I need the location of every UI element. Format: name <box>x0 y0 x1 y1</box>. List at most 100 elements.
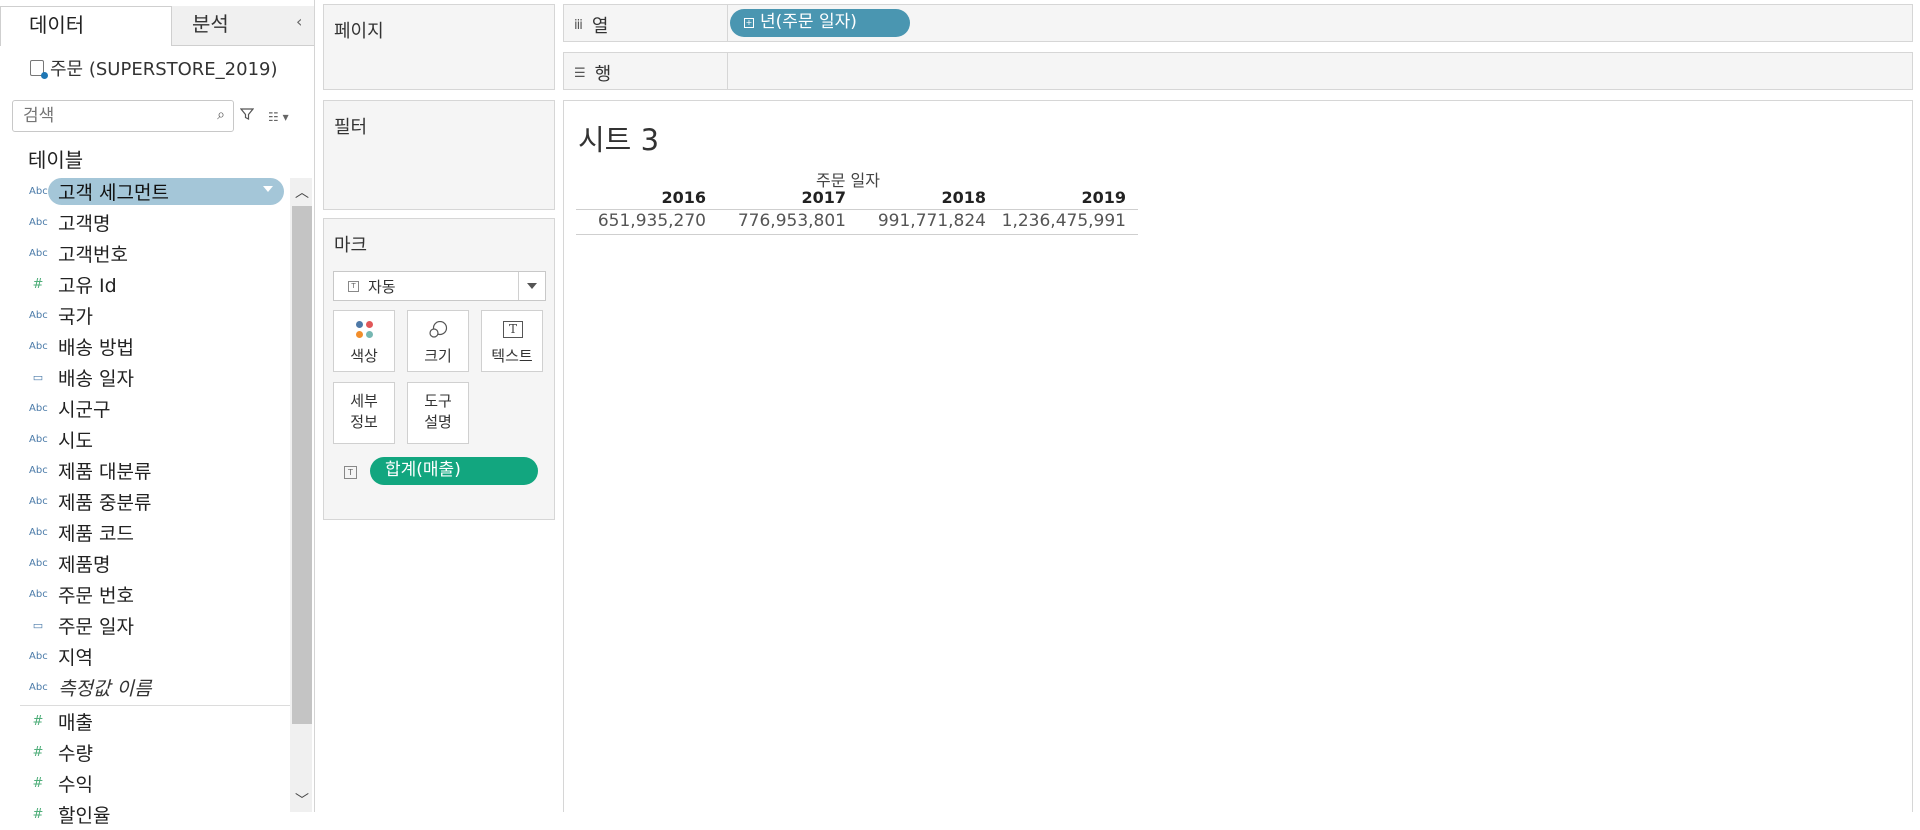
tooltip-label-line2: 설명 <box>424 413 452 431</box>
mark-type-label: 자동 <box>368 278 396 296</box>
field-item[interactable]: # 할인율 <box>0 799 290 830</box>
filter-icon[interactable] <box>240 107 254 121</box>
shelf-separator <box>727 53 728 89</box>
field-name: 수익 <box>58 774 93 796</box>
field-item[interactable]: Abc 시군구 <box>0 393 290 424</box>
number-type-icon: # <box>32 776 44 791</box>
field-item[interactable]: # 수량 <box>0 737 290 768</box>
datasource-item[interactable]: 주문 (SUPERSTORE_2019) <box>30 55 278 81</box>
field-item[interactable]: Abc 배송 방법 <box>0 331 290 362</box>
search-icon[interactable]: ⌕ <box>217 107 225 123</box>
field-list-scrollbar[interactable]: ︿ ﹀ <box>290 178 312 812</box>
mark-type-dropdown[interactable]: T 자동 <box>333 271 546 301</box>
expand-icon[interactable]: + <box>744 18 754 28</box>
year-order-date-pill[interactable]: + 년(주문 일자) <box>730 9 910 37</box>
field-name: 고유 Id <box>58 275 117 297</box>
datasource-label: 주문 (SUPERSTORE_2019) <box>50 59 278 80</box>
tables-heading: 테이블 <box>28 148 84 172</box>
field-name: 제품명 <box>58 554 111 576</box>
search-input[interactable] <box>21 101 205 131</box>
string-type-icon: Abc <box>29 465 48 476</box>
scroll-down-icon[interactable]: ﹀ <box>295 790 309 810</box>
value-cell-2019[interactable]: 1,236,475,991 <box>996 211 1126 231</box>
collapse-pane-icon[interactable]: ‹ <box>296 12 302 31</box>
field-item[interactable]: ▭ 주문 일자 <box>0 610 290 641</box>
value-cell-2018[interactable]: 991,771,824 <box>856 211 986 231</box>
size-label: 크기 <box>424 347 452 365</box>
field-name: 고객번호 <box>58 244 128 266</box>
pages-shelf[interactable]: 페이지 <box>323 4 555 90</box>
string-type-icon: Abc <box>29 310 48 321</box>
color-button[interactable]: 색상 <box>333 310 395 372</box>
field-name: 시군구 <box>58 399 111 421</box>
tab-data[interactable]: 데이터 <box>0 6 172 46</box>
view-options-icon[interactable]: ☷ ▾ <box>268 110 289 124</box>
scroll-up-icon[interactable]: ︿ <box>295 182 309 202</box>
string-type-icon: Abc <box>29 217 48 228</box>
measures-divider <box>20 705 290 706</box>
field-item[interactable]: ▭ 배송 일자 <box>0 362 290 393</box>
field-item[interactable]: # 수익 <box>0 768 290 799</box>
field-name: 배송 일자 <box>58 368 134 390</box>
field-item[interactable]: # 매출 <box>0 706 290 737</box>
field-item[interactable]: Abc 제품명 <box>0 548 290 579</box>
sum-sales-pill[interactable]: 합계(매출) <box>370 457 538 485</box>
field-item[interactable]: Abc 제품 대분류 <box>0 455 290 486</box>
text-icon: T <box>503 321 523 338</box>
field-menu-caret-icon[interactable] <box>263 186 273 192</box>
field-item[interactable]: Abc 지역 <box>0 641 290 672</box>
field-item[interactable]: # 고유 Id <box>0 269 290 300</box>
string-type-icon: Abc <box>29 496 48 507</box>
tooltip-button[interactable]: 도구 설명 <box>407 382 469 444</box>
size-icon <box>429 321 448 338</box>
text-encoding-icon[interactable]: T <box>344 466 357 479</box>
field-name: 고객명 <box>58 213 111 235</box>
field-item[interactable]: Abc 시도 <box>0 424 290 455</box>
tab-analysis[interactable]: 분석 <box>172 6 314 46</box>
field-name: 국가 <box>58 306 93 328</box>
value-cell-2016[interactable]: 651,935,270 <box>576 211 706 231</box>
year-header-2016[interactable]: 2016 <box>606 188 706 207</box>
field-item[interactable]: Abc 고객번호 <box>0 238 290 269</box>
chevron-down-icon[interactable] <box>518 272 545 300</box>
value-cell-2017[interactable]: 776,953,801 <box>716 211 846 231</box>
field-item[interactable]: Abc 주문 번호 <box>0 579 290 610</box>
date-type-icon: ▭ <box>32 371 44 384</box>
field-item[interactable]: Abc 고객명 <box>0 207 290 238</box>
field-name: 할인율 <box>58 805 111 827</box>
data-pane: 데이터 분석 ‹ 주문 (SUPERSTORE_2019) ⌕ ☷ ▾ 테이블 … <box>0 0 315 827</box>
year-header-2017[interactable]: 2017 <box>746 188 846 207</box>
string-type-icon: Abc <box>29 403 48 414</box>
field-item[interactable]: Abc 제품 코드 <box>0 517 290 548</box>
string-type-icon: Abc <box>29 589 48 600</box>
color-label: 색상 <box>350 347 378 365</box>
field-name: 제품 코드 <box>58 523 134 545</box>
footer-rule <box>576 234 1138 235</box>
rows-shelf[interactable]: ☰ 행 <box>563 52 1913 90</box>
field-item[interactable]: Abc 제품 중분류 <box>0 486 290 517</box>
field-item[interactable]: Abc 국가 <box>0 300 290 331</box>
year-header-2018[interactable]: 2018 <box>886 188 986 207</box>
field-name: 고객 세그먼트 <box>58 182 169 204</box>
sheet-title[interactable]: 시트 3 <box>578 117 659 159</box>
scroll-thumb[interactable] <box>292 206 312 724</box>
detail-button[interactable]: 세부 정보 <box>333 382 395 444</box>
filters-shelf[interactable]: 필터 <box>323 100 555 210</box>
datasource-icon <box>30 60 48 79</box>
color-icon <box>356 321 374 339</box>
worksheet-view[interactable]: 시트 3 주문 일자 2016 2017 2018 2019 651,935,2… <box>563 100 1913 812</box>
search-box[interactable]: ⌕ <box>12 100 234 132</box>
text-button[interactable]: T 텍스트 <box>481 310 543 372</box>
pane-tabs: 데이터 분석 ‹ <box>0 0 314 46</box>
number-type-icon: # <box>32 714 44 729</box>
field-item[interactable]: Abc 측정값 이름 <box>0 672 290 703</box>
field-name: 시도 <box>58 430 93 452</box>
columns-label: 열 <box>591 16 609 37</box>
tooltip-label: 도구 설명 <box>408 391 468 433</box>
string-type-icon: Abc <box>29 527 48 538</box>
field-item[interactable]: Abc 고객 세그먼트 <box>0 176 290 207</box>
year-header-2019[interactable]: 2019 <box>1026 188 1126 207</box>
columns-shelf[interactable]: iii 열 + 년(주문 일자) <box>563 4 1913 42</box>
rows-label: 행 <box>594 64 612 85</box>
size-button[interactable]: 크기 <box>407 310 469 372</box>
